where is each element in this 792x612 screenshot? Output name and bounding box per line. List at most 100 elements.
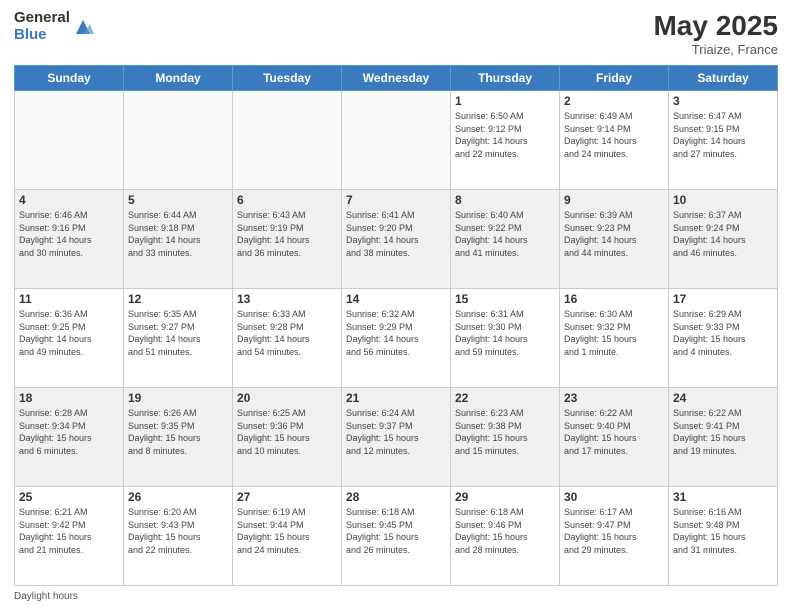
day-number: 25 bbox=[19, 490, 119, 504]
day-detail: Sunrise: 6:17 AM Sunset: 9:47 PM Dayligh… bbox=[564, 506, 664, 556]
calendar-cell: 25 Sunrise: 6:21 AM Sunset: 9:42 PM Dayli… bbox=[15, 487, 124, 586]
day-number: 14 bbox=[346, 292, 446, 306]
logo-text: General Blue bbox=[14, 10, 70, 43]
title-block: May 2025 Triaize, France bbox=[653, 10, 778, 57]
day-detail: Sunrise: 6:44 AM Sunset: 9:18 PM Dayligh… bbox=[128, 209, 228, 259]
day-detail: Sunrise: 6:26 AM Sunset: 9:35 PM Dayligh… bbox=[128, 407, 228, 457]
day-detail: Sunrise: 6:18 AM Sunset: 9:46 PM Dayligh… bbox=[455, 506, 555, 556]
day-number: 6 bbox=[237, 193, 337, 207]
calendar-cell bbox=[124, 91, 233, 190]
calendar-cell: 18Sunrise: 6:28 AM Sunset: 9:34 PM Dayli… bbox=[15, 388, 124, 487]
day-number: 16 bbox=[564, 292, 664, 306]
day-detail: Sunrise: 6:29 AM Sunset: 9:33 PM Dayligh… bbox=[673, 308, 773, 358]
day-number: 4 bbox=[19, 193, 119, 207]
calendar-cell: 15Sunrise: 6:31 AM Sunset: 9:30 PM Dayli… bbox=[451, 289, 560, 388]
day-detail: Sunrise: 6:50 AM Sunset: 9:12 PM Dayligh… bbox=[455, 110, 555, 160]
calendar-cell bbox=[342, 91, 451, 190]
logo-icon bbox=[72, 16, 94, 38]
col-header-tuesday: Tuesday bbox=[233, 66, 342, 91]
day-detail: Sunrise: 6:49 AM Sunset: 9:14 PM Dayligh… bbox=[564, 110, 664, 160]
day-number: 29 bbox=[455, 490, 555, 504]
calendar-cell: 8 Sunrise: 6:40 AM Sunset: 9:22 PM Daylig… bbox=[451, 190, 560, 289]
day-number: 23 bbox=[564, 391, 664, 405]
day-detail: Sunrise: 6:18 AM Sunset: 9:45 PM Dayligh… bbox=[346, 506, 446, 556]
day-detail: Sunrise: 6:39 AM Sunset: 9:23 PM Dayligh… bbox=[564, 209, 664, 259]
day-number: 11 bbox=[19, 292, 119, 306]
day-detail: Sunrise: 6:31 AM Sunset: 9:30 PM Dayligh… bbox=[455, 308, 555, 358]
day-detail: Sunrise: 6:20 AM Sunset: 9:43 PM Dayligh… bbox=[128, 506, 228, 556]
day-detail: Sunrise: 6:40 AM Sunset: 9:22 PM Dayligh… bbox=[455, 209, 555, 259]
calendar-cell: 22 Sunrise: 6:23 AM Sunset: 9:38 PM Dayli… bbox=[451, 388, 560, 487]
calendar-cell: 24 Sunrise: 6:22 AM Sunset: 9:41 PM Dayli… bbox=[669, 388, 778, 487]
day-detail: Sunrise: 6:33 AM Sunset: 9:28 PM Dayligh… bbox=[237, 308, 337, 358]
day-detail: Sunrise: 6:32 AM Sunset: 9:29 PM Dayligh… bbox=[346, 308, 446, 358]
calendar-cell bbox=[233, 91, 342, 190]
week-row-2: 4 Sunrise: 6:46 AM Sunset: 9:16 PM Daylig… bbox=[15, 190, 778, 289]
calendar-cell: 12Sunrise: 6:35 AM Sunset: 9:27 PM Dayli… bbox=[124, 289, 233, 388]
calendar-cell: 17 Sunrise: 6:29 AM Sunset: 9:33 PM Dayli… bbox=[669, 289, 778, 388]
day-number: 28 bbox=[346, 490, 446, 504]
day-number: 27 bbox=[237, 490, 337, 504]
day-number: 2 bbox=[564, 94, 664, 108]
calendar-cell: 6 Sunrise: 6:43 AM Sunset: 9:19 PM Daylig… bbox=[233, 190, 342, 289]
day-detail: Sunrise: 6:41 AM Sunset: 9:20 PM Dayligh… bbox=[346, 209, 446, 259]
calendar-cell: 14 Sunrise: 6:32 AM Sunset: 9:29 PM Dayli… bbox=[342, 289, 451, 388]
calendar-cell: 1Sunrise: 6:50 AM Sunset: 9:12 PM Daylig… bbox=[451, 91, 560, 190]
header: General Blue May 2025 Triaize, France bbox=[14, 10, 778, 57]
day-number: 18 bbox=[19, 391, 119, 405]
day-number: 26 bbox=[128, 490, 228, 504]
day-number: 22 bbox=[455, 391, 555, 405]
week-row-4: 18Sunrise: 6:28 AM Sunset: 9:34 PM Dayli… bbox=[15, 388, 778, 487]
col-header-sunday: Sunday bbox=[15, 66, 124, 91]
logo-blue: Blue bbox=[14, 27, 70, 44]
calendar-cell: 16 Sunrise: 6:30 AM Sunset: 9:32 PM Dayli… bbox=[560, 289, 669, 388]
calendar-cell: 29 Sunrise: 6:18 AM Sunset: 9:46 PM Dayli… bbox=[451, 487, 560, 586]
day-number: 8 bbox=[455, 193, 555, 207]
calendar-cell: 19 Sunrise: 6:26 AM Sunset: 9:35 PM Dayli… bbox=[124, 388, 233, 487]
calendar-cell: 28 Sunrise: 6:18 AM Sunset: 9:45 PM Dayli… bbox=[342, 487, 451, 586]
day-number: 10 bbox=[673, 193, 773, 207]
footer-text: Daylight hours bbox=[14, 591, 78, 602]
logo-general: General bbox=[14, 10, 70, 27]
day-number: 24 bbox=[673, 391, 773, 405]
day-detail: Sunrise: 6:36 AM Sunset: 9:25 PM Dayligh… bbox=[19, 308, 119, 358]
calendar-cell: 30Sunrise: 6:17 AM Sunset: 9:47 PM Dayli… bbox=[560, 487, 669, 586]
day-detail: Sunrise: 6:24 AM Sunset: 9:37 PM Dayligh… bbox=[346, 407, 446, 457]
calendar-cell: 21Sunrise: 6:24 AM Sunset: 9:37 PM Dayli… bbox=[342, 388, 451, 487]
day-detail: Sunrise: 6:21 AM Sunset: 9:42 PM Dayligh… bbox=[19, 506, 119, 556]
month-title: May 2025 bbox=[653, 10, 778, 42]
day-detail: Sunrise: 6:30 AM Sunset: 9:32 PM Dayligh… bbox=[564, 308, 664, 358]
day-number: 17 bbox=[673, 292, 773, 306]
day-detail: Sunrise: 6:46 AM Sunset: 9:16 PM Dayligh… bbox=[19, 209, 119, 259]
calendar-cell: 3Sunrise: 6:47 AM Sunset: 9:15 PM Daylig… bbox=[669, 91, 778, 190]
footer: Daylight hours bbox=[14, 591, 778, 602]
day-number: 7 bbox=[346, 193, 446, 207]
col-header-monday: Monday bbox=[124, 66, 233, 91]
calendar-cell: 5 Sunrise: 6:44 AM Sunset: 9:18 PM Daylig… bbox=[124, 190, 233, 289]
day-number: 9 bbox=[564, 193, 664, 207]
week-row-3: 11 Sunrise: 6:36 AM Sunset: 9:25 PM Dayli… bbox=[15, 289, 778, 388]
day-detail: Sunrise: 6:22 AM Sunset: 9:40 PM Dayligh… bbox=[564, 407, 664, 457]
calendar-cell: 10 Sunrise: 6:37 AM Sunset: 9:24 PM Dayli… bbox=[669, 190, 778, 289]
day-detail: Sunrise: 6:43 AM Sunset: 9:19 PM Dayligh… bbox=[237, 209, 337, 259]
calendar-cell: 26 Sunrise: 6:20 AM Sunset: 9:43 PM Dayli… bbox=[124, 487, 233, 586]
calendar-table: SundayMondayTuesdayWednesdayThursdayFrid… bbox=[14, 65, 778, 586]
col-header-friday: Friday bbox=[560, 66, 669, 91]
day-number: 20 bbox=[237, 391, 337, 405]
col-header-thursday: Thursday bbox=[451, 66, 560, 91]
day-detail: Sunrise: 6:22 AM Sunset: 9:41 PM Dayligh… bbox=[673, 407, 773, 457]
day-detail: Sunrise: 6:37 AM Sunset: 9:24 PM Dayligh… bbox=[673, 209, 773, 259]
calendar-cell: 13 Sunrise: 6:33 AM Sunset: 9:28 PM Dayli… bbox=[233, 289, 342, 388]
day-number: 13 bbox=[237, 292, 337, 306]
logo: General Blue bbox=[14, 10, 94, 43]
calendar-cell: 7 Sunrise: 6:41 AM Sunset: 9:20 PM Daylig… bbox=[342, 190, 451, 289]
calendar-cell: 23 Sunrise: 6:22 AM Sunset: 9:40 PM Dayli… bbox=[560, 388, 669, 487]
page: General Blue May 2025 Triaize, France Su… bbox=[0, 0, 792, 612]
day-detail: Sunrise: 6:23 AM Sunset: 9:38 PM Dayligh… bbox=[455, 407, 555, 457]
day-number: 19 bbox=[128, 391, 228, 405]
calendar-cell: 20Sunrise: 6:25 AM Sunset: 9:36 PM Dayli… bbox=[233, 388, 342, 487]
day-number: 5 bbox=[128, 193, 228, 207]
col-header-wednesday: Wednesday bbox=[342, 66, 451, 91]
day-detail: Sunrise: 6:35 AM Sunset: 9:27 PM Dayligh… bbox=[128, 308, 228, 358]
day-number: 31 bbox=[673, 490, 773, 504]
